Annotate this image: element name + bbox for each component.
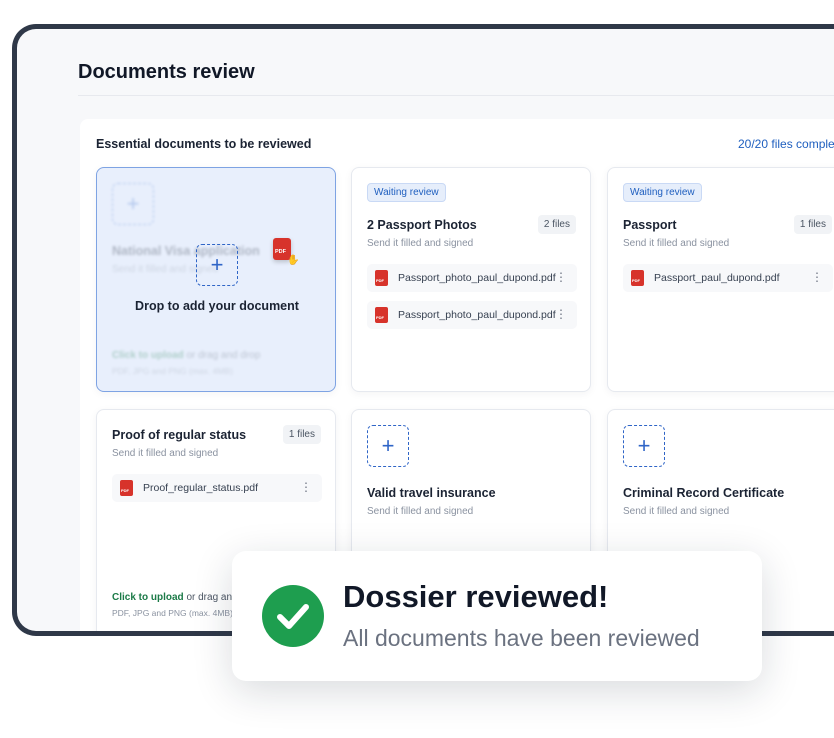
file-count-badge: 1 files [282,425,321,444]
pdf-file-icon [375,270,388,286]
add-document-button[interactable]: + [367,425,409,467]
pdf-file-icon [631,270,644,286]
card-title: Passport [623,218,677,232]
document-card-passport-photos[interactable]: Waiting review 2 Passport Photos 2 files… [351,167,591,392]
file-row[interactable]: Passport_paul_dupond.pdf ⋮ [623,264,833,292]
status-badge: Waiting review [367,183,446,202]
pdf-file-icon [375,307,388,323]
file-name: Passport_photo_paul_dupond.pdf [398,309,556,321]
file-count-badge: 1 files [793,215,832,234]
card-title: Criminal Record Certificate [623,486,785,500]
file-count-badge: 2 files [537,215,576,234]
card-title: Valid travel insurance [367,486,496,500]
check-icon [262,585,324,647]
more-options-icon[interactable]: ⋮ [300,480,312,494]
click-to-upload-link[interactable]: Click to upload [112,350,184,361]
more-options-icon[interactable]: ⋮ [555,270,567,284]
drop-label: Drop to add your document [135,299,299,313]
file-name: Proof_regular_status.pdf [143,482,258,494]
status-badge: Waiting review [623,183,702,202]
add-document-button[interactable]: + [623,425,665,467]
upload-hint: PDF, JPG and PNG (max. 4MB) [112,608,233,618]
drop-target-icon: + [196,244,238,286]
device-frame: Documents review Essential documents to … [12,24,834,636]
page-title: Documents review [78,61,255,83]
grab-cursor-icon: ✋ [287,255,300,266]
more-options-icon[interactable]: ⋮ [555,307,567,321]
upload-instructions: Click to upload or drag and [112,592,238,603]
plus-icon: + [637,433,651,458]
file-row[interactable]: Passport_photo_paul_dupond.pdf ⋮ [367,264,577,292]
card-subtitle: Send it filled and signed [367,506,474,517]
file-name: Passport_paul_dupond.pdf [654,272,780,284]
files-complete-status: 20/20 files complete [738,137,834,151]
toast-title: Dossier reviewed! [343,579,609,614]
divider [78,95,834,96]
upload-dropzone-card[interactable]: + National Visa application Send it fill… [96,167,336,392]
success-toast: Dossier reviewed! All documents have bee… [232,551,762,681]
more-options-icon[interactable]: ⋮ [811,270,823,284]
check-icon-glyph [277,604,309,629]
card-title: Proof of regular status [112,428,247,442]
upload-hint: PDF, JPG and PNG (max. 4MB) [112,366,233,376]
click-to-upload-link[interactable]: Click to upload [112,592,184,603]
file-name: Passport_photo_paul_dupond.pdf [398,272,556,284]
file-row[interactable]: Proof_regular_status.pdf ⋮ [112,474,322,502]
document-card-passport[interactable]: Waiting review Passport 1 files Send it … [607,167,834,392]
upload-instructions: Click to upload or drag and drop [112,350,261,361]
plus-icon: + [381,433,395,458]
card-subtitle: Send it filled and signed [623,506,730,517]
section-title: Essential documents to be reviewed [96,137,312,151]
card-subtitle: Send it filled and signed [112,448,219,459]
card-subtitle: Send it filled and signed [623,238,730,249]
card-title: 2 Passport Photos [367,218,477,232]
pdf-file-icon [120,480,133,496]
toast-subtitle: All documents have been reviewed [343,625,700,651]
card-subtitle: Send it filled and signed [367,238,474,249]
file-row[interactable]: Passport_photo_paul_dupond.pdf ⋮ [367,301,577,329]
add-document-icon: + [112,183,154,225]
